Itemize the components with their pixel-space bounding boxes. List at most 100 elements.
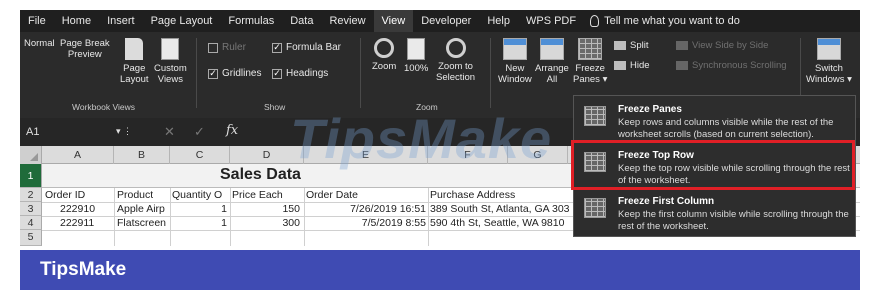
tab-data[interactable]: Data xyxy=(282,10,321,32)
header-cell-order-id[interactable]: Order ID xyxy=(45,189,85,202)
normal-label: Normal xyxy=(24,38,55,49)
row-header-3[interactable]: 3 xyxy=(20,202,42,216)
header-cell-order-date[interactable]: Order Date xyxy=(306,189,358,202)
arrange-all-button[interactable]: Arrange All xyxy=(535,38,569,85)
tab-developer[interactable]: Developer xyxy=(413,10,479,32)
cell-price[interactable]: 300 xyxy=(232,217,300,230)
tab-help[interactable]: Help xyxy=(479,10,518,32)
cancel-icon[interactable]: ✕ xyxy=(164,124,175,140)
custom-views-button[interactable]: Custom Views xyxy=(154,38,187,85)
zoom-to-selection-button[interactable]: Zoom to Selection xyxy=(436,38,475,83)
page-layout-button[interactable]: Page Layout xyxy=(120,38,149,85)
select-all-corner[interactable] xyxy=(20,146,42,164)
side-by-side-label: View Side by Side xyxy=(692,40,769,51)
zoom-button[interactable]: Zoom xyxy=(372,38,396,72)
cell-order-id[interactable]: 222911 xyxy=(60,217,94,230)
row-header-1[interactable]: 1 xyxy=(20,164,42,188)
column-header-b[interactable]: B xyxy=(114,146,170,164)
arrange-all-icon xyxy=(539,38,564,60)
switch-windows-button[interactable]: Switch Windows ▾ xyxy=(806,38,852,85)
cell-product[interactable]: Flatscreen xyxy=(117,217,169,230)
header-cell-quantity[interactable]: Quantity O xyxy=(172,189,230,202)
arrange-label-2: All xyxy=(546,74,558,85)
page-break-label-1: Page Break xyxy=(60,38,110,49)
cell-address[interactable]: 389 South St, Atlanta, GA 303 xyxy=(430,203,585,216)
magnifier-icon xyxy=(374,38,395,58)
cell-quantity[interactable]: 1 xyxy=(172,217,227,230)
gridlines-label: Gridlines xyxy=(222,68,262,79)
menu-item-description: Keep rows and columns visible while the … xyxy=(618,117,834,140)
column-header-c[interactable]: C xyxy=(170,146,230,164)
headings-checkbox[interactable]: ✓ Headings xyxy=(272,68,328,79)
highlight-box xyxy=(571,140,855,190)
tab-wps-pdf[interactable]: WPS PDF xyxy=(518,10,584,32)
ruler-box xyxy=(208,42,218,53)
tab-home[interactable]: Home xyxy=(54,10,99,32)
view-side-by-side-button[interactable]: View Side by Side xyxy=(676,40,768,51)
formula-bar-checkbox[interactable]: ✓ Formula Bar xyxy=(272,42,341,53)
tab-page-layout[interactable]: Page Layout xyxy=(143,10,221,32)
zoom-selection-label-1: Zoom to xyxy=(438,61,473,72)
synchronous-scrolling-button[interactable]: Synchronous Scrolling xyxy=(676,60,787,71)
name-box[interactable]: A1 xyxy=(26,126,39,138)
row-header-4[interactable]: 4 xyxy=(20,216,42,230)
page-break-preview-button[interactable]: Page Break Preview xyxy=(60,38,110,206)
cell-address[interactable]: 590 4th St, Seattle, WA 9810 xyxy=(430,217,585,230)
tell-me-search[interactable]: Tell me what you want to do xyxy=(584,15,740,27)
switch-windows-icon xyxy=(816,38,841,60)
tab-insert[interactable]: Insert xyxy=(99,10,143,32)
cell-order-id[interactable]: 222910 xyxy=(60,203,95,216)
menu-item-freeze-panes[interactable]: Freeze Panes Keep rows and columns visib… xyxy=(574,100,857,144)
split-icon xyxy=(614,41,626,50)
freeze-label-1: Freeze xyxy=(575,63,605,74)
ruler-checkbox[interactable]: Ruler xyxy=(208,42,246,53)
column-divider xyxy=(170,188,171,246)
menu-item-title: Freeze First Column xyxy=(618,196,715,207)
row-header-5[interactable]: 5 xyxy=(20,230,42,246)
sheet-title-cell[interactable]: Sales Data xyxy=(220,166,301,184)
column-divider xyxy=(230,188,231,246)
name-box-dropdown-icon[interactable]: ▾ ⋮ xyxy=(116,126,132,137)
hide-label: Hide xyxy=(630,60,650,71)
freeze-panes-button[interactable]: Freeze Panes ▾ xyxy=(573,38,607,85)
page-layout-label-2: Layout xyxy=(120,74,149,85)
cell-order-date[interactable]: 7/5/2019 8:55 xyxy=(306,217,426,230)
split-label: Split xyxy=(630,40,649,51)
header-cell-product[interactable]: Product xyxy=(117,189,153,202)
custom-views-label-1: Custom xyxy=(154,63,187,74)
tell-me-text: Tell me what you want to do xyxy=(604,15,740,27)
gridlines-checkbox[interactable]: ✓ Gridlines xyxy=(208,68,261,79)
brand-logo-text: TipsMake xyxy=(40,259,127,280)
page-layout-icon xyxy=(125,38,144,60)
row-header-2[interactable]: 2 xyxy=(20,188,42,202)
header-cell-address[interactable]: Purchase Address xyxy=(430,189,515,202)
tab-formulas[interactable]: Formulas xyxy=(220,10,282,32)
freeze-panes-icon xyxy=(584,106,606,126)
new-window-button[interactable]: New Window xyxy=(498,38,532,85)
column-header-a[interactable]: A xyxy=(42,146,114,164)
cell-quantity[interactable]: 1 xyxy=(172,203,227,216)
cell-product[interactable]: Apple Airp xyxy=(117,203,169,216)
cell-order-date[interactable]: 7/26/2019 16:51 xyxy=(306,203,426,216)
zoom-100-button[interactable]: 100% xyxy=(404,38,428,74)
cell-price[interactable]: 150 xyxy=(232,203,300,216)
insert-function-icon[interactable]: fx xyxy=(226,123,238,138)
side-by-side-icon xyxy=(676,41,688,50)
zoom-selection-label-2: Selection xyxy=(436,72,476,83)
normal-view-button[interactable]: Normal xyxy=(24,38,63,206)
column-divider xyxy=(114,188,115,246)
tab-file[interactable]: File xyxy=(20,10,54,32)
custom-views-icon xyxy=(161,38,180,60)
menu-item-freeze-first-column[interactable]: Freeze First Column Keep the first colum… xyxy=(574,192,857,236)
column-divider xyxy=(304,188,305,246)
header-cell-price[interactable]: Price Each xyxy=(232,189,283,202)
checkmark-icon: ✓ xyxy=(208,68,218,79)
split-button[interactable]: Split xyxy=(614,40,648,51)
hide-button[interactable]: Hide xyxy=(614,60,650,71)
tab-review[interactable]: Review xyxy=(321,10,373,32)
tab-view[interactable]: View xyxy=(373,10,414,32)
arrange-label-1: Arrange xyxy=(535,63,569,74)
enter-icon[interactable]: ✓ xyxy=(194,124,205,140)
sync-scroll-icon xyxy=(676,61,688,70)
brand-footer: TipsMake xyxy=(20,250,860,290)
